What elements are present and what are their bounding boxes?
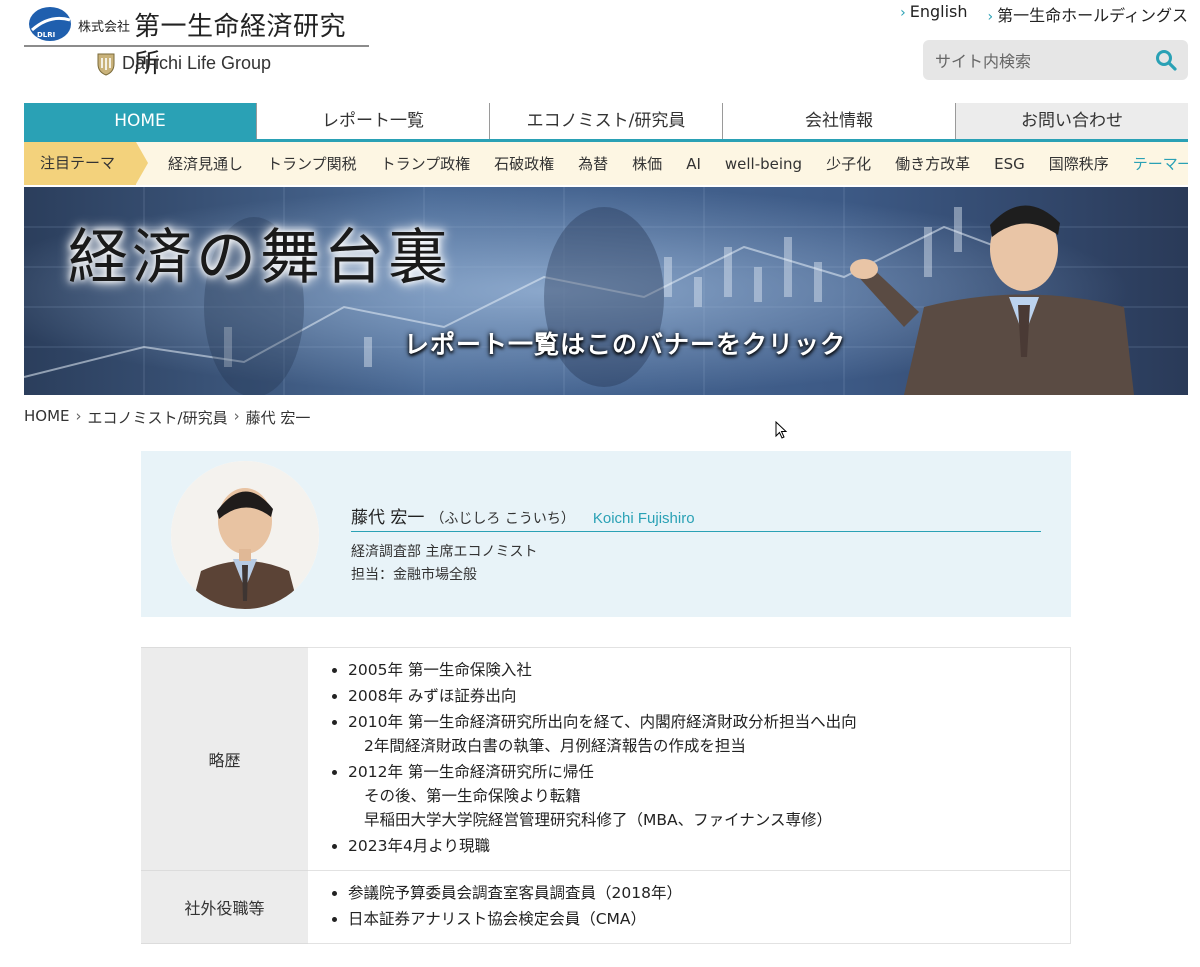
search-icon[interactable] (1154, 48, 1178, 72)
logo-badge-text: DLRI (37, 31, 55, 39)
banner-title: 経済の舞台裏 (68, 223, 452, 293)
breadcrumb-economists[interactable]: エコノミスト/研究員 (88, 407, 228, 428)
career-cell: 2005年 第一生命保険入社 2008年 みずほ証券出向 2010年 第一生命経… (308, 647, 1071, 871)
career-line: 2010年 第一生命経済研究所出向を経て、内閣府経済財政分析担当へ出向 (348, 713, 857, 731)
theme-item[interactable]: トランプ政権 (369, 153, 483, 174)
dlri-logo-icon: DLRI (29, 7, 71, 41)
breadcrumb-home[interactable]: HOME (24, 407, 70, 428)
table-row: 社外役職等 参議院予算委員会調査室客員調査員（2018年） 日本証券アナリスト協… (141, 870, 1071, 944)
profile-avatar (171, 461, 319, 609)
theme-item[interactable]: 株価 (620, 153, 674, 174)
banner-cta: レポート一覧はこのバナーをクリック (404, 330, 847, 359)
global-nav: HOME レポート一覧 エコノミスト/研究員 会社情報 お問い合わせ (24, 103, 1188, 142)
career-line: 2012年 第一生命経済研究所に帰任 (348, 763, 594, 781)
site-search (923, 40, 1188, 80)
career-line: 2023年4月より現職 (348, 837, 490, 855)
theme-item[interactable]: 国際秩序 (1037, 153, 1121, 174)
outside-roles-cell: 参議院予算委員会調査室客員調査員（2018年） 日本証券アナリスト協会検定会員（… (308, 870, 1071, 944)
theme-item[interactable]: トランプ関税 (255, 153, 369, 174)
breadcrumb-separator-icon: › (75, 407, 82, 425)
theme-item[interactable]: AI (674, 155, 713, 173)
theme-item[interactable]: 為替 (566, 153, 620, 174)
logo-divider (24, 45, 369, 47)
profile-name: 藤代 宏一 (351, 508, 425, 528)
english-link-label: English (909, 2, 968, 21)
list-item: 参議院予算委員会調査室客員調査員（2018年） (348, 881, 1060, 905)
nav-home[interactable]: HOME (24, 103, 257, 139)
career-label: 略歴 (141, 647, 308, 871)
outside-roles-label: 社外役職等 (141, 870, 308, 944)
profile-card: 藤代 宏一 （ふじしろ こういち） Koichi Fujishiro 経済調査部… (141, 451, 1071, 617)
top-links: › English › 第一生命ホールディングス (900, 2, 1188, 26)
theme-label: 注目テーマ (24, 142, 136, 185)
career-list: 2005年 第一生命保険入社 2008年 みずほ証券出向 2010年 第一生命経… (318, 658, 1060, 858)
career-table: 略歴 2005年 第一生命保険入社 2008年 みずほ証券出向 2010年 第一… (141, 647, 1071, 944)
list-item: 2010年 第一生命経済研究所出向を経て、内閣府経済財政分析担当へ出向 2年間経… (348, 710, 1060, 758)
holdings-link-label: 第一生命ホールディングス (997, 6, 1188, 25)
list-item: 2023年4月より現職 (348, 834, 1060, 858)
theme-item[interactable]: 石破政権 (482, 153, 566, 174)
corp-prefix: 株式会社 (78, 20, 131, 35)
chevron-right-icon: › (900, 5, 906, 21)
group-name: Dai-ichi Life Group (122, 53, 272, 73)
site-header: DLRI 株式会社 第一生命経済研究所 Dai-ichi Life Group … (0, 0, 1200, 100)
theme-item[interactable]: 少子化 (814, 153, 883, 174)
breadcrumb: HOME › エコノミスト/研究員 › 藤代 宏一 (24, 407, 310, 428)
holdings-link[interactable]: › 第一生命ホールディングス (988, 2, 1189, 26)
nav-company[interactable]: 会社情報 (723, 103, 956, 139)
list-item: 2012年 第一生命経済研究所に帰任 その後、第一生命保険より転籍 早稲田大学大… (348, 760, 1060, 832)
english-link[interactable]: › English (900, 2, 967, 26)
profile-roman-name: Koichi Fujishiro (592, 510, 695, 527)
profile-department: 経済調査部 主席エコノミスト (351, 544, 538, 560)
site-logo[interactable]: DLRI 株式会社 第一生命経済研究所 Dai-ichi Life Group (24, 4, 369, 79)
profile-area: 担当：金融市場全般 (351, 567, 477, 583)
theme-item[interactable]: 働き方改革 (883, 153, 982, 174)
career-line: 2008年 みずほ証券出向 (348, 687, 517, 705)
nav-reports[interactable]: レポート一覧 (257, 103, 490, 139)
career-subline: 早稲田大学大学院経営管理研究科修了（MBA、ファイナンス専修） (364, 811, 832, 829)
theme-item[interactable]: ESG (982, 155, 1037, 173)
theme-list: 経済見通し トランプ関税 トランプ政権 石破政権 為替 株価 AI well-b… (156, 142, 1188, 185)
theme-bar: 注目テーマ 経済見通し トランプ関税 トランプ政権 石破政権 為替 株価 AI … (24, 142, 1188, 185)
chevron-right-icon: › (987, 9, 994, 25)
list-item: 2008年 みずほ証券出向 (348, 684, 1060, 708)
breadcrumb-separator-icon: › (233, 407, 240, 425)
career-line: 2005年 第一生命保険入社 (348, 661, 532, 679)
profile-name-row: 藤代 宏一 （ふじしろ こういち） Koichi Fujishiro (351, 503, 1041, 532)
profile-kana: （ふじしろ こういち） (430, 511, 575, 527)
table-row: 略歴 2005年 第一生命保険入社 2008年 みずほ証券出向 2010年 第一… (141, 647, 1071, 871)
theme-item[interactable]: well-being (713, 155, 814, 173)
search-input[interactable] (933, 48, 1147, 74)
theme-list-link[interactable]: テーマ一覧 (1121, 153, 1188, 174)
nav-contact[interactable]: お問い合わせ (956, 103, 1188, 139)
dai-ichi-shield-icon (97, 53, 115, 76)
mouse-cursor-icon (775, 421, 788, 439)
reports-banner[interactable]: 経済の舞台裏 レポート一覧はこのバナーをクリック (24, 187, 1188, 395)
career-subline: 2年間経済財政白書の執筆、月例経済報告の作成を担当 (364, 737, 746, 755)
list-item: 2005年 第一生命保険入社 (348, 658, 1060, 682)
outside-roles-list: 参議院予算委員会調査室客員調査員（2018年） 日本証券アナリスト協会検定会員（… (318, 881, 1060, 931)
theme-label-arrow (136, 142, 148, 184)
list-item: 日本証券アナリスト協会検定会員（CMA） (348, 907, 1060, 931)
nav-economists[interactable]: エコノミスト/研究員 (490, 103, 723, 139)
portrait-image (171, 461, 319, 609)
career-subline: その後、第一生命保険より転籍 (364, 787, 581, 805)
theme-item[interactable]: 経済見通し (156, 153, 255, 174)
breadcrumb-current: 藤代 宏一 (245, 409, 311, 427)
